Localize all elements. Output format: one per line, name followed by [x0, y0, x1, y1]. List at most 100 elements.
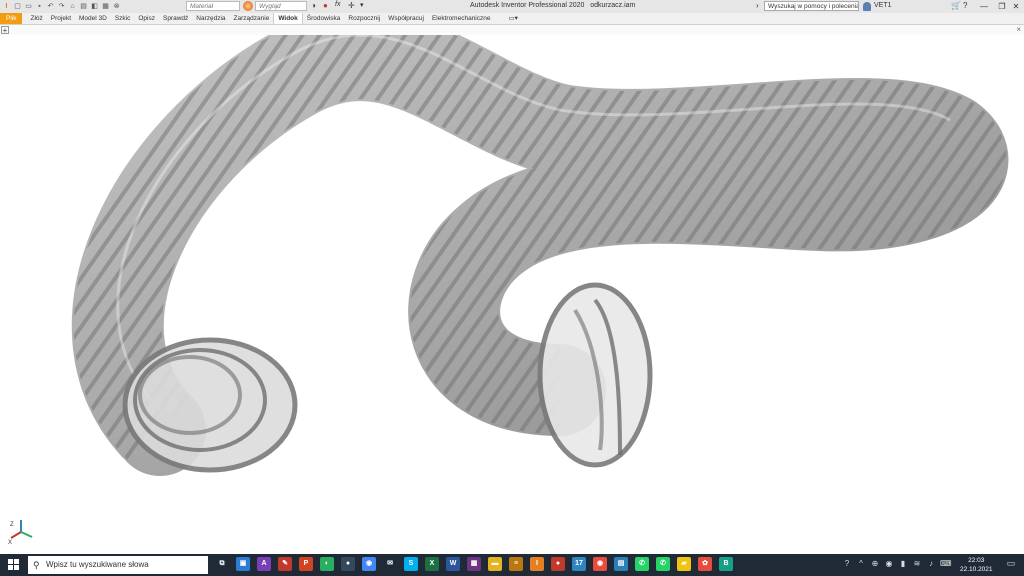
tab-tools[interactable]: Narzędzia [192, 13, 229, 24]
title-bar: I ▢ ▭ ▪ ↶ ↷ ⌂ ▤ ◧ ▦ ⊗ Materiał Wygląd ◑ … [0, 0, 1024, 13]
tab-inspect[interactable]: Sprawdź [159, 13, 192, 24]
word-icon[interactable]: W [446, 557, 460, 571]
move-icon[interactable]: ✛ [348, 1, 355, 10]
affinity-icon[interactable]: A [257, 557, 271, 571]
home-icon[interactable]: ⌂ [68, 2, 77, 11]
app-icon[interactable]: ✿ [698, 557, 712, 571]
calendar-icon[interactable]: 17 [572, 557, 586, 571]
tab-file[interactable]: Plik [0, 13, 23, 24]
properties-icon[interactable]: ▦ [101, 2, 110, 11]
tab-annotate[interactable]: Opisz [134, 13, 159, 24]
windows-start-icon[interactable] [8, 559, 19, 570]
task-view-icon[interactable]: ⧉ [215, 557, 229, 571]
wifi-icon[interactable]: ≋ [912, 558, 922, 570]
help-search-input[interactable]: Wyszukaj w pomocy i poleceniach [764, 1, 859, 11]
taskbar-search-input[interactable]: ⚲ Wpisz tu wyszukiwane słowa [28, 556, 208, 574]
search-icon: ⚲ [33, 560, 40, 570]
paint-icon[interactable]: ◐ [320, 557, 334, 571]
close-document-button[interactable]: × [1016, 25, 1021, 34]
ribbon-tabs: Plik Złóż Projekt Model 3D Szkic Opisz S… [0, 13, 1024, 25]
redo-icon[interactable]: ↷ [57, 2, 66, 11]
b-app-icon[interactable]: B [719, 557, 733, 571]
mail-icon[interactable]: ✉ [383, 557, 397, 571]
graphics-viewport[interactable]: Z X [0, 35, 1024, 554]
chrome-profile-icon[interactable]: ◉ [593, 557, 607, 571]
taskbar-search-placeholder: Wpisz tu wyszukiwane słowa [46, 560, 149, 569]
customize-icon[interactable]: ▾ [360, 1, 364, 9]
svg-text:Z: Z [10, 522, 14, 528]
doc-icon[interactable]: ▤ [614, 557, 628, 571]
cart-icon[interactable]: 🛒 [951, 1, 961, 10]
user-name[interactable]: VET1 [874, 2, 892, 9]
network-icon[interactable]: ⊕ [870, 558, 880, 570]
save-icon[interactable]: ▪ [35, 2, 44, 11]
calculator-icon[interactable]: ▦ [467, 557, 481, 571]
minimize-button[interactable]: — [976, 0, 992, 13]
color-fill-icon[interactable]: ● [323, 1, 328, 10]
skype-icon[interactable]: S [404, 557, 418, 571]
view-axis-triad: Z X [8, 520, 33, 544]
clock[interactable]: 22:03 22.10.2021 [960, 556, 993, 574]
tab-3d-model[interactable]: Model 3D [75, 13, 111, 24]
tab-manage[interactable]: Zarządzanie [230, 13, 274, 24]
material-dropdown[interactable]: Materiał [186, 1, 240, 11]
quick-access-toolbar: I ▢ ▭ ▪ ↶ ↷ ⌂ ▤ ◧ ▦ ⊗ [2, 1, 121, 12]
document-name: odkurzacz.iam [590, 2, 636, 9]
tab-collaborate[interactable]: Współpracuj [384, 13, 428, 24]
record-icon[interactable]: ● [551, 557, 565, 571]
close-button[interactable]: ✕ [1008, 0, 1024, 13]
notification-icon[interactable]: ▭ [1005, 558, 1017, 571]
inventor-icon[interactable]: I [530, 557, 544, 571]
keyboard-icon[interactable]: ⌨ [940, 558, 952, 570]
folder-icon[interactable]: ▬ [488, 557, 502, 571]
taskbar: ⚲ Wpisz tu wyszukiwane słowa ⧉ ▣ A ✎ P ◐ ● ◉ ✉ S X… [0, 554, 1024, 576]
svg-text:X: X [8, 540, 12, 544]
appearance-dropdown[interactable]: Wygląd [255, 1, 307, 11]
taskbar-apps: ⧉ ▣ A ✎ P ◐ ● ◉ ✉ S X W ▦ ▬ ≡ I ● 17 ◉ ▤ ✆ ✆ ▰ ✿ B [215, 557, 733, 571]
volume-icon[interactable]: ♪ [926, 558, 936, 570]
clock-date: 22.10.2021 [960, 566, 993, 573]
whatsapp-icon[interactable]: ✆ [635, 557, 649, 571]
document-strip: + × [0, 25, 1024, 35]
chevron-up-icon[interactable]: ^ [856, 558, 866, 570]
tab-electromechanical[interactable]: Elektromechaniczne [428, 13, 495, 24]
select-icon[interactable]: ◧ [90, 2, 99, 11]
battery-icon[interactable]: ▮ [898, 558, 908, 570]
help-icon[interactable]: ? [842, 558, 852, 570]
hose-model[interactable] [0, 35, 1024, 554]
update-icon[interactable]: ▤ [79, 2, 88, 11]
tab-get-started[interactable]: Rozpocznij [344, 13, 384, 24]
inventor-logo-icon[interactable]: I [2, 2, 11, 11]
pen-icon[interactable]: ✎ [278, 557, 292, 571]
tab-sketch[interactable]: Szkic [111, 13, 135, 24]
chrome-icon[interactable]: ◉ [362, 557, 376, 571]
search-arrow-icon[interactable]: › [756, 1, 759, 10]
window-title: Autodesk Inventor Professional 2020 odku… [470, 2, 636, 9]
sticky-notes-icon[interactable]: ▰ [677, 557, 691, 571]
fx-icon[interactable]: fx [335, 1, 340, 8]
clock-time: 22:03 [968, 557, 985, 564]
user-icon [863, 2, 871, 11]
ribbon-display-toggle[interactable]: ▭▾ [504, 13, 521, 24]
excel-icon[interactable]: X [425, 557, 439, 571]
tab-design[interactable]: Projekt [47, 13, 75, 24]
undo-icon[interactable]: ↶ [46, 2, 55, 11]
camera-icon[interactable]: ● [341, 557, 355, 571]
measure-icon[interactable]: ⊗ [112, 2, 121, 11]
right-hose-opening [537, 282, 653, 468]
photos-icon[interactable]: ▣ [236, 557, 250, 571]
appearance-icon [243, 1, 253, 11]
new-file-icon[interactable]: ▢ [13, 2, 22, 11]
new-document-button[interactable]: + [1, 26, 9, 35]
app-tray-icon[interactable]: ◉ [884, 558, 894, 570]
help-icon[interactable]: ? [963, 1, 967, 10]
notes-icon[interactable]: ≡ [509, 557, 523, 571]
clear-appearance-icon[interactable]: ◑ [311, 1, 316, 10]
powerpoint-icon[interactable]: P [299, 557, 313, 571]
open-file-icon[interactable]: ▭ [24, 2, 33, 11]
tab-environments[interactable]: Środowiska [303, 13, 345, 24]
whatsapp-web-icon[interactable]: ✆ [656, 557, 670, 571]
system-tray: ? ^ ⊕ ◉ ▮ ≋ ♪ ⌨ [842, 558, 952, 570]
tab-view[interactable]: Widok [273, 13, 303, 24]
tab-assemble[interactable]: Złóż [26, 13, 46, 24]
